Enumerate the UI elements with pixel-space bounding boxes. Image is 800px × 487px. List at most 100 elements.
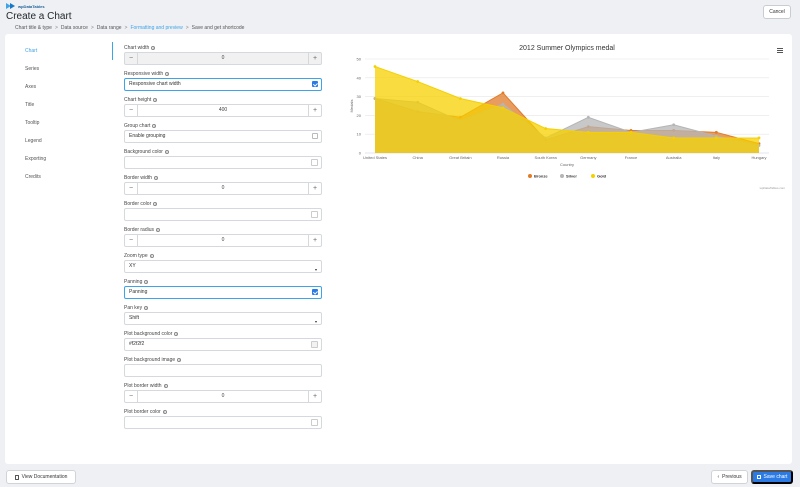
checkbox-checked-icon[interactable] — [312, 289, 318, 295]
button-label: Previous — [722, 474, 742, 480]
info-icon[interactable]: i — [165, 72, 170, 76]
increment-button[interactable]: + — [308, 105, 321, 116]
y-axis-title: Medals — [349, 100, 354, 113]
sidebar-item-legend[interactable]: Legend — [5, 132, 113, 150]
decrement-button[interactable]: − — [125, 53, 138, 64]
info-icon[interactable]: i — [149, 254, 154, 258]
legend-marker — [560, 174, 564, 178]
info-icon[interactable]: i — [154, 176, 159, 180]
previous-button[interactable]: ‹ Previous — [711, 470, 748, 484]
sidebar-item-series[interactable]: Series — [5, 60, 113, 78]
view-documentation-button[interactable]: View Documentation — [6, 470, 76, 484]
info-icon[interactable]: i — [151, 46, 156, 50]
data-point-gold — [458, 97, 462, 100]
increment-button[interactable]: + — [308, 235, 321, 246]
checkbox-text: Panning — [129, 289, 148, 295]
breadcrumb-step[interactable]: Data source — [61, 25, 88, 31]
info-icon[interactable]: i — [152, 124, 157, 128]
area-chart: 2012 Summer Olympics medal 0 10 20 30 40 50 Uni… — [349, 45, 785, 190]
page-title: Create a Chart — [6, 11, 72, 22]
data-point-gold — [544, 127, 548, 130]
footer-bar: View Documentation ‹ Previous Save chart — [0, 468, 800, 487]
field-label: Plot border width — [124, 383, 162, 389]
info-icon[interactable]: i — [144, 280, 149, 284]
breadcrumb: Chart title & type > Data source > Data … — [15, 25, 244, 31]
sidebar-item-title[interactable]: Title — [5, 96, 113, 114]
background-color-input[interactable] — [124, 156, 322, 169]
decrement-button[interactable]: − — [125, 105, 138, 116]
chart-height-stepper: − 400 + — [124, 104, 322, 117]
breadcrumb-step[interactable]: Chart title & type — [15, 25, 52, 31]
breadcrumb-step-active[interactable]: Formatting and preview — [130, 25, 182, 31]
info-icon[interactable]: i — [163, 384, 168, 388]
info-icon[interactable]: i — [156, 228, 161, 232]
decrement-button[interactable]: − — [125, 183, 138, 194]
field-label: Plot background image — [124, 357, 176, 363]
color-swatch[interactable] — [311, 159, 318, 166]
border-radius-value[interactable]: 0 — [138, 235, 308, 246]
data-point-bronze — [714, 130, 718, 134]
plot-bg-image-group: Plot background image i — [124, 356, 322, 377]
chart-height-value[interactable]: 400 — [138, 105, 308, 116]
border-width-value[interactable]: 0 — [138, 183, 308, 194]
x-tick-label: Australia — [666, 155, 682, 160]
data-point-gold — [714, 136, 718, 140]
breadcrumb-step[interactable]: Data range — [97, 25, 122, 31]
decrement-button[interactable]: − — [125, 235, 138, 246]
zoom-type-select[interactable]: XY ▾ — [124, 260, 322, 273]
info-icon[interactable]: i — [174, 332, 179, 336]
border-width-stepper: − 0 + — [124, 182, 322, 195]
info-icon[interactable]: i — [177, 358, 182, 362]
data-point-gold — [757, 136, 761, 140]
data-point-silver — [586, 115, 590, 119]
panning-toggle[interactable]: Panning — [124, 286, 322, 299]
sidebar-item-exporting[interactable]: Exporting — [5, 150, 113, 168]
field-label: Border width — [124, 175, 153, 181]
settings-sidebar: Chart Series Axes Title Tooltip Legend E… — [5, 42, 113, 186]
plot-border-color-input[interactable] — [124, 416, 322, 429]
sidebar-item-chart[interactable]: Chart — [5, 42, 113, 60]
save-chart-button[interactable]: Save chart — [751, 470, 793, 484]
plot-bg-color-input[interactable]: #f2f2f2 — [124, 338, 322, 351]
x-axis-title: Country — [560, 162, 574, 167]
top-bar: wpDataTables Create a Chart Cancel — [0, 0, 800, 24]
checkbox-unchecked-icon[interactable] — [312, 133, 318, 139]
sidebar-item-tooltip[interactable]: Tooltip — [5, 114, 113, 132]
color-swatch[interactable] — [311, 211, 318, 218]
responsive-width-toggle[interactable]: Responsive chart width — [124, 78, 322, 91]
increment-button[interactable]: + — [308, 391, 321, 402]
info-icon[interactable]: i — [144, 306, 149, 310]
increment-button[interactable]: + — [308, 183, 321, 194]
legend-label: Bronze — [534, 174, 548, 179]
chevron-left-icon: ‹ — [717, 474, 720, 480]
info-icon[interactable]: i — [153, 98, 158, 102]
cancel-button[interactable]: Cancel — [763, 5, 791, 19]
dropdown-caret-icon: ▾ — [314, 319, 317, 324]
info-icon[interactable]: i — [164, 150, 169, 154]
info-icon[interactable]: i — [162, 410, 167, 414]
breadcrumb-step[interactable]: Save and get shortcode — [192, 25, 245, 31]
background-color-group: Background color i — [124, 148, 322, 169]
increment-button[interactable]: + — [308, 53, 321, 64]
pan-key-select[interactable]: Shift ▾ — [124, 312, 322, 325]
plot-bg-image-input[interactable] — [124, 364, 322, 377]
color-swatch[interactable] — [311, 419, 318, 426]
x-tick-label: France — [625, 155, 638, 160]
plot-border-width-value[interactable]: 0 — [138, 391, 308, 402]
legend-label: Silver — [566, 174, 577, 179]
border-color-input[interactable] — [124, 208, 322, 221]
color-swatch[interactable] — [311, 341, 318, 348]
area-gold — [375, 66, 759, 153]
chart-width-value[interactable]: 0 — [138, 53, 308, 64]
group-chart-toggle[interactable]: Enable grouping — [124, 130, 322, 143]
sidebar-item-axes[interactable]: Axes — [5, 78, 113, 96]
info-icon[interactable]: i — [153, 202, 158, 206]
chart-menu-icon[interactable] — [777, 48, 783, 53]
plot-border-width-stepper: − 0 + — [124, 390, 322, 403]
zoom-type-group: Zoom type i XY ▾ — [124, 252, 322, 273]
decrement-button[interactable]: − — [125, 391, 138, 402]
y-tick-label: 50 — [357, 57, 362, 62]
sidebar-item-credits[interactable]: Credits — [5, 168, 113, 186]
field-label: Border color — [124, 201, 152, 207]
checkbox-checked-icon[interactable] — [312, 81, 318, 87]
